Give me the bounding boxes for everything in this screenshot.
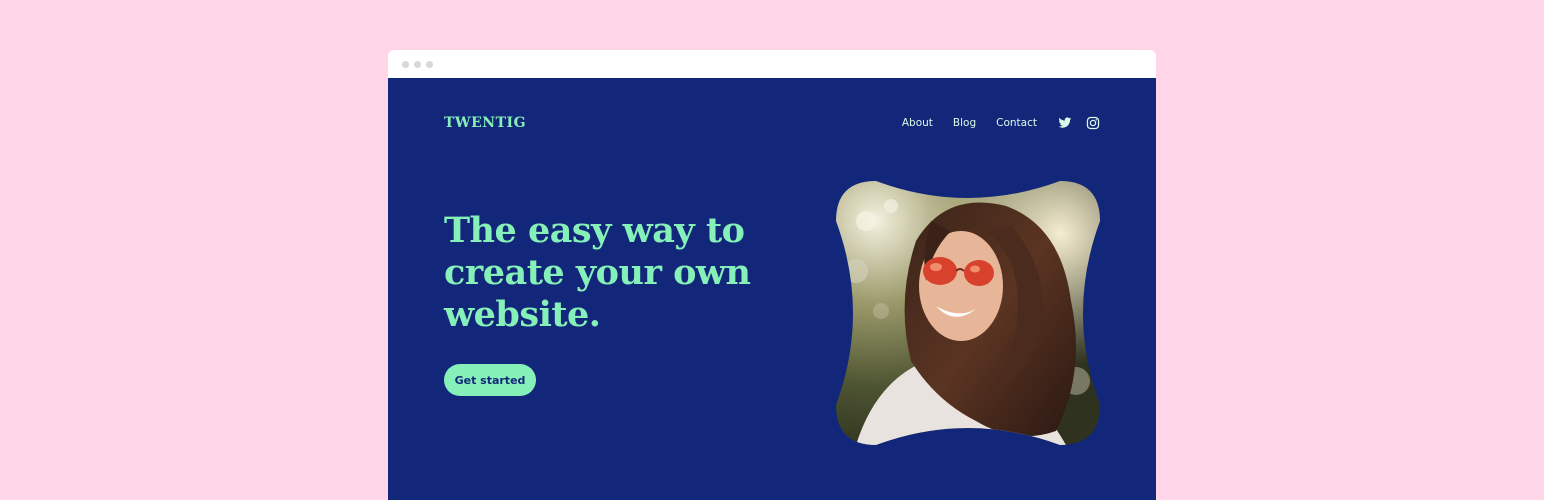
window-dot (402, 61, 409, 68)
twitter-icon[interactable] (1058, 116, 1072, 130)
window-dot (426, 61, 433, 68)
social-links (1058, 116, 1100, 130)
hero-photo (836, 181, 1100, 445)
hero-headline: The easy way to create your own website. (444, 210, 751, 335)
site-logo[interactable]: TWENTIG (444, 115, 526, 131)
main-nav: About Blog Contact (902, 116, 1100, 130)
nav-link-about[interactable]: About (902, 117, 933, 129)
window-dot (414, 61, 421, 68)
get-started-button[interactable]: Get started (444, 364, 536, 396)
browser-window: TWENTIG About Blog Contact The easy way … (388, 50, 1156, 500)
instagram-icon[interactable] (1086, 116, 1100, 130)
nav-link-blog[interactable]: Blog (953, 117, 976, 129)
site-page: TWENTIG About Blog Contact The easy way … (388, 78, 1156, 500)
browser-titlebar (388, 50, 1156, 78)
nav-link-contact[interactable]: Contact (996, 117, 1037, 129)
